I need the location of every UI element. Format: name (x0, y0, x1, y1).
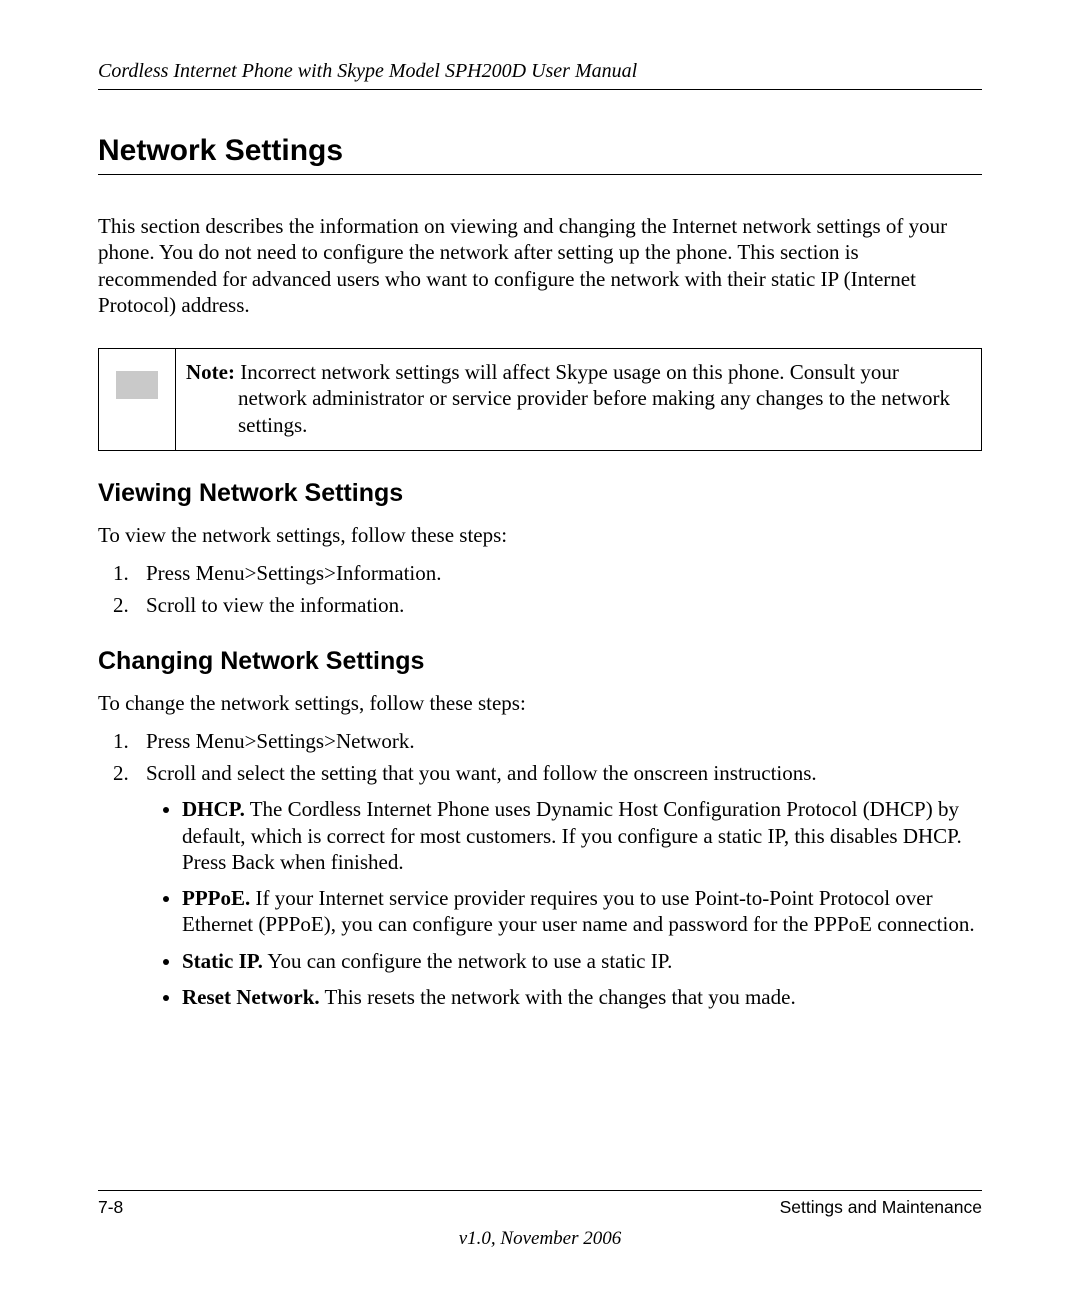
version-line: v1.0, November 2006 (0, 1228, 1080, 1250)
note-text: Note: Incorrect network settings will af… (176, 349, 982, 451)
subheading-changing: Changing Network Settings (98, 647, 982, 676)
bullet-term: PPPoE. (182, 886, 250, 910)
list-item: Scroll to view the information. (134, 592, 982, 618)
page: Cordless Internet Phone with Skype Model… (0, 0, 1080, 1296)
viewing-steps: Press Menu>Settings>Information. Scroll … (98, 560, 982, 619)
bullet-desc: If your Internet service provider requir… (182, 886, 975, 936)
changing-bullets: DHCP. The Cordless Internet Phone uses D… (146, 796, 982, 1010)
section-title: Network Settings (98, 134, 982, 175)
bullet-term: DHCP. (182, 797, 245, 821)
list-item: Press Menu>Settings>Network. (134, 728, 982, 754)
page-number: 7-8 (98, 1197, 123, 1218)
viewing-lead: To view the network settings, follow the… (98, 522, 982, 548)
note-box: Note: Incorrect network settings will af… (98, 348, 982, 451)
note-icon-cell (99, 349, 176, 451)
note-icon (116, 371, 158, 399)
subheading-viewing: Viewing Network Settings (98, 479, 982, 508)
bullet-term: Reset Network. (182, 985, 320, 1009)
list-item: Static IP. You can configure the network… (182, 948, 982, 974)
bullet-desc: The Cordless Internet Phone uses Dynamic… (182, 797, 962, 874)
footer-section-name: Settings and Maintenance (780, 1197, 982, 1218)
note-label: Note: (186, 360, 235, 384)
bullet-desc: You can configure the network to use a s… (263, 949, 672, 973)
running-header: Cordless Internet Phone with Skype Model… (98, 60, 982, 90)
page-footer: 7-8 Settings and Maintenance (98, 1190, 982, 1218)
list-item: PPPoE. If your Internet service provider… (182, 885, 982, 938)
section-intro: This section describes the information o… (98, 213, 982, 318)
list-item: Press Menu>Settings>Information. (134, 560, 982, 586)
bullet-desc: This resets the network with the changes… (320, 985, 796, 1009)
list-item: Scroll and select the setting that you w… (134, 760, 982, 1010)
changing-steps: Press Menu>Settings>Network. Scroll and … (98, 728, 982, 1010)
list-item: DHCP. The Cordless Internet Phone uses D… (182, 796, 982, 875)
note-first-line: Incorrect network settings will affect S… (235, 360, 899, 384)
list-item: Reset Network. This resets the network w… (182, 984, 982, 1010)
bullet-term: Static IP. (182, 949, 263, 973)
step-text: Scroll and select the setting that you w… (146, 761, 817, 785)
note-rest: network administrator or service provide… (238, 385, 967, 438)
changing-lead: To change the network settings, follow t… (98, 690, 982, 716)
